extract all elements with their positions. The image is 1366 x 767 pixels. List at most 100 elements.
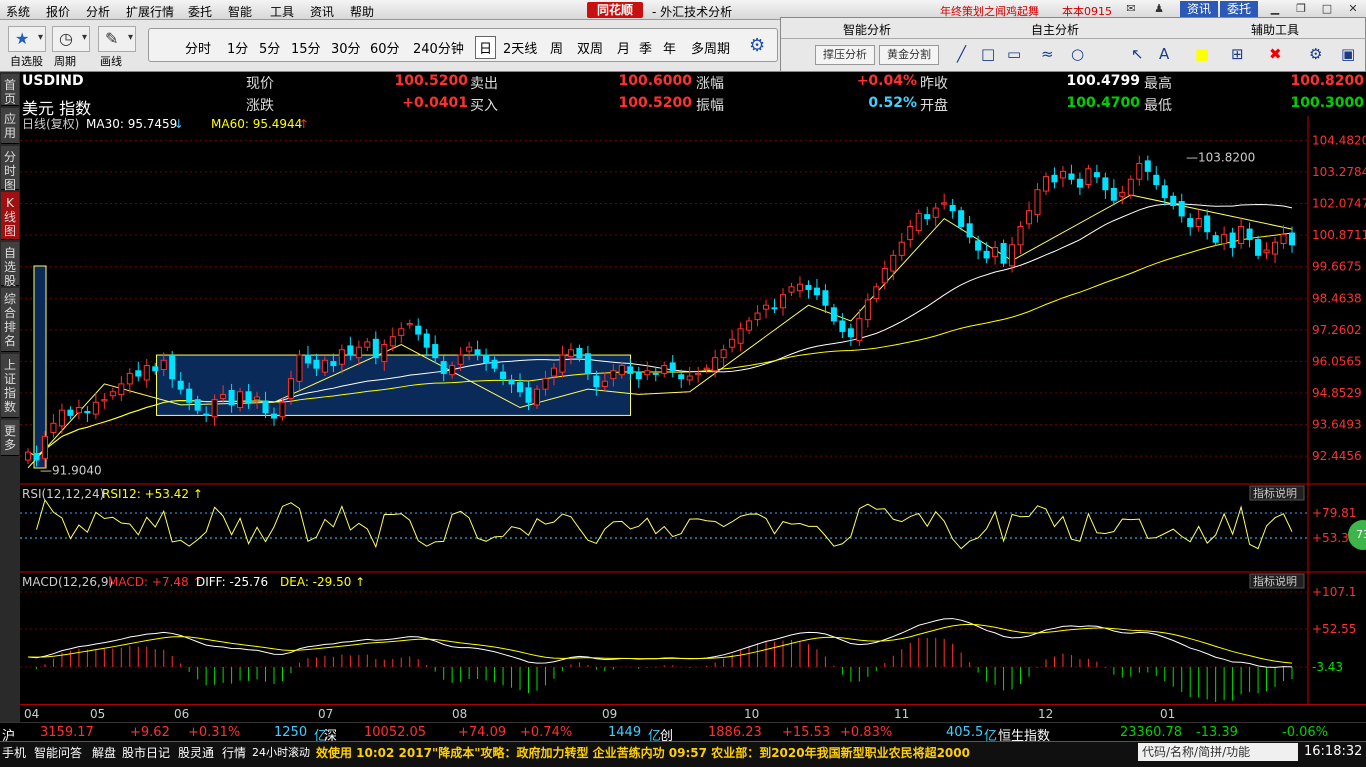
candle: [1093, 172, 1100, 178]
status-item-4[interactable]: 股灵通: [178, 744, 214, 761]
text-icon[interactable]: A: [1159, 45, 1169, 63]
color-icon[interactable]: ■: [1195, 45, 1209, 63]
cycle-group[interactable]: ◷ ▾: [52, 26, 90, 52]
period-11[interactable]: 月: [617, 38, 630, 57]
square-tool-icon[interactable]: ▭: [1007, 45, 1021, 63]
side-tab-6[interactable]: 上证指数: [1, 354, 19, 418]
period-5[interactable]: 60分: [370, 38, 400, 57]
candle: [1288, 232, 1296, 246]
period-13[interactable]: 年: [663, 38, 676, 57]
status-item-1[interactable]: 智能问答: [34, 744, 82, 761]
restore-icon[interactable]: ❐: [1294, 2, 1308, 16]
macd-help-text[interactable]: 指标说明: [1253, 574, 1297, 588]
period-12[interactable]: 季: [639, 38, 652, 57]
period-3[interactable]: 15分: [291, 38, 321, 57]
side-tab-3[interactable]: K线图: [1, 192, 19, 240]
line-tool-icon[interactable]: ╱: [957, 45, 966, 63]
pin-icon[interactable]: ▣: [1341, 45, 1355, 63]
news-ticker[interactable]: 效使用 10:02 2017"降成本"攻略：政府加力转型 企业苦练内功 09:5…: [316, 744, 1138, 762]
x-tick: 11: [894, 707, 910, 721]
news-button[interactable]: 资讯: [1180, 1, 1218, 18]
side-tab-4[interactable]: 自选股: [1, 242, 19, 288]
gear-icon[interactable]: ⚙: [1309, 45, 1322, 63]
candle: [389, 336, 396, 347]
status-item-3[interactable]: 股市日记: [122, 744, 170, 761]
menu-item-4[interactable]: 委托: [188, 3, 212, 20]
period-8[interactable]: 2天线: [503, 38, 537, 57]
search-input[interactable]: 代码/名称/简拼/功能: [1138, 743, 1298, 761]
candle: [169, 355, 176, 380]
candle: [41, 435, 48, 460]
side-tab-7[interactable]: 更多: [1, 420, 19, 456]
trade-button[interactable]: 委托: [1220, 1, 1258, 18]
period-6[interactable]: 240分钟: [413, 38, 464, 57]
candle: [1034, 189, 1041, 216]
status-item-2[interactable]: 解盘: [92, 744, 116, 761]
period-9[interactable]: 周: [550, 38, 563, 57]
panel-head-0[interactable]: 智能分析: [843, 21, 891, 38]
candle: [398, 328, 405, 336]
rect-tool-icon[interactable]: □: [981, 45, 995, 63]
delete-icon[interactable]: ✖: [1269, 45, 1282, 63]
period-7[interactable]: 日: [475, 36, 497, 59]
gear-icon[interactable]: ⚙: [749, 35, 765, 56]
period-4[interactable]: 30分: [331, 38, 361, 57]
wave-tool-icon[interactable]: ≈: [1041, 45, 1054, 63]
shirt-icon[interactable]: ♟: [1152, 2, 1166, 16]
mail-icon[interactable]: ✉: [1124, 2, 1138, 16]
side-tab-5[interactable]: 综合排名: [1, 288, 19, 352]
panel-button-0[interactable]: 撑压分析: [815, 45, 875, 65]
ma-arrow-0: ↓: [174, 117, 184, 131]
menu-item-5[interactable]: 智能: [228, 3, 252, 20]
rsi-help-text[interactable]: 指标说明: [1253, 486, 1297, 500]
menu-item-1[interactable]: 报价: [46, 3, 70, 20]
maximize-icon[interactable]: □: [1320, 2, 1334, 16]
period-0[interactable]: 分时: [185, 38, 211, 57]
index-item-9: +0.74%: [520, 725, 573, 740]
period-2[interactable]: 5分: [259, 38, 280, 57]
menu-item-8[interactable]: 帮助: [350, 3, 374, 20]
side-tab-2[interactable]: 分时图: [1, 146, 19, 192]
star-group[interactable]: ★ ▾: [8, 26, 46, 52]
candle: [355, 346, 362, 359]
period-1[interactable]: 1分: [227, 38, 248, 57]
menu-item-7[interactable]: 资讯: [310, 3, 334, 20]
period-14[interactable]: 多周期: [691, 38, 730, 57]
candle: [483, 354, 490, 364]
pen-group[interactable]: ✎ ▾: [98, 26, 136, 52]
y-tick: 94.8529: [1312, 386, 1362, 400]
cursor-icon[interactable]: ↖: [1131, 45, 1144, 63]
candle: [729, 338, 736, 348]
range-box[interactable]: [156, 354, 632, 416]
toolbar-label-0: 自选股: [10, 55, 43, 68]
status-item-6[interactable]: 24小时滚动: [252, 744, 310, 760]
menu-item-0[interactable]: 系统: [6, 3, 30, 20]
ma-label-0: MA30: 95.7459: [86, 117, 177, 131]
candle: [627, 366, 634, 374]
stamp-icon[interactable]: ⊞: [1231, 45, 1244, 63]
candle: [635, 371, 642, 380]
candle: [813, 287, 820, 296]
candle: [992, 246, 999, 258]
status-item-0[interactable]: 手机: [2, 744, 26, 761]
side-tab-1[interactable]: 应用: [1, 108, 19, 144]
period-10[interactable]: 双周: [577, 38, 603, 57]
candle: [601, 380, 608, 388]
close-icon[interactable]: ✕: [1346, 2, 1360, 16]
panel-button-1[interactable]: 黄金分割: [879, 45, 939, 65]
toolbar-label-1: 周期: [54, 55, 76, 68]
panel-head-1[interactable]: 自主分析: [1031, 21, 1079, 38]
status-item-5[interactable]: 行情: [222, 744, 246, 761]
menu-item-2[interactable]: 分析: [86, 3, 110, 20]
menu-item-6[interactable]: 工具: [270, 3, 294, 20]
candle: [1221, 233, 1228, 245]
circle-tool-icon[interactable]: ○: [1071, 45, 1084, 63]
pen-icon: ✎: [105, 29, 119, 48]
menu-item-3[interactable]: 扩展行情: [126, 3, 174, 20]
minimize-icon[interactable]: ▁: [1268, 2, 1282, 16]
side-tab-0[interactable]: 首页: [1, 74, 19, 106]
candle: [330, 361, 337, 367]
chevron-down-icon: ▾: [37, 32, 43, 43]
kline-chart[interactable]: 日线(复权) MA30: 95.7459↓ MA60: 95.4944↑ 104.48…: [20, 116, 1366, 706]
panel-head-2[interactable]: 辅助工具: [1251, 21, 1299, 38]
